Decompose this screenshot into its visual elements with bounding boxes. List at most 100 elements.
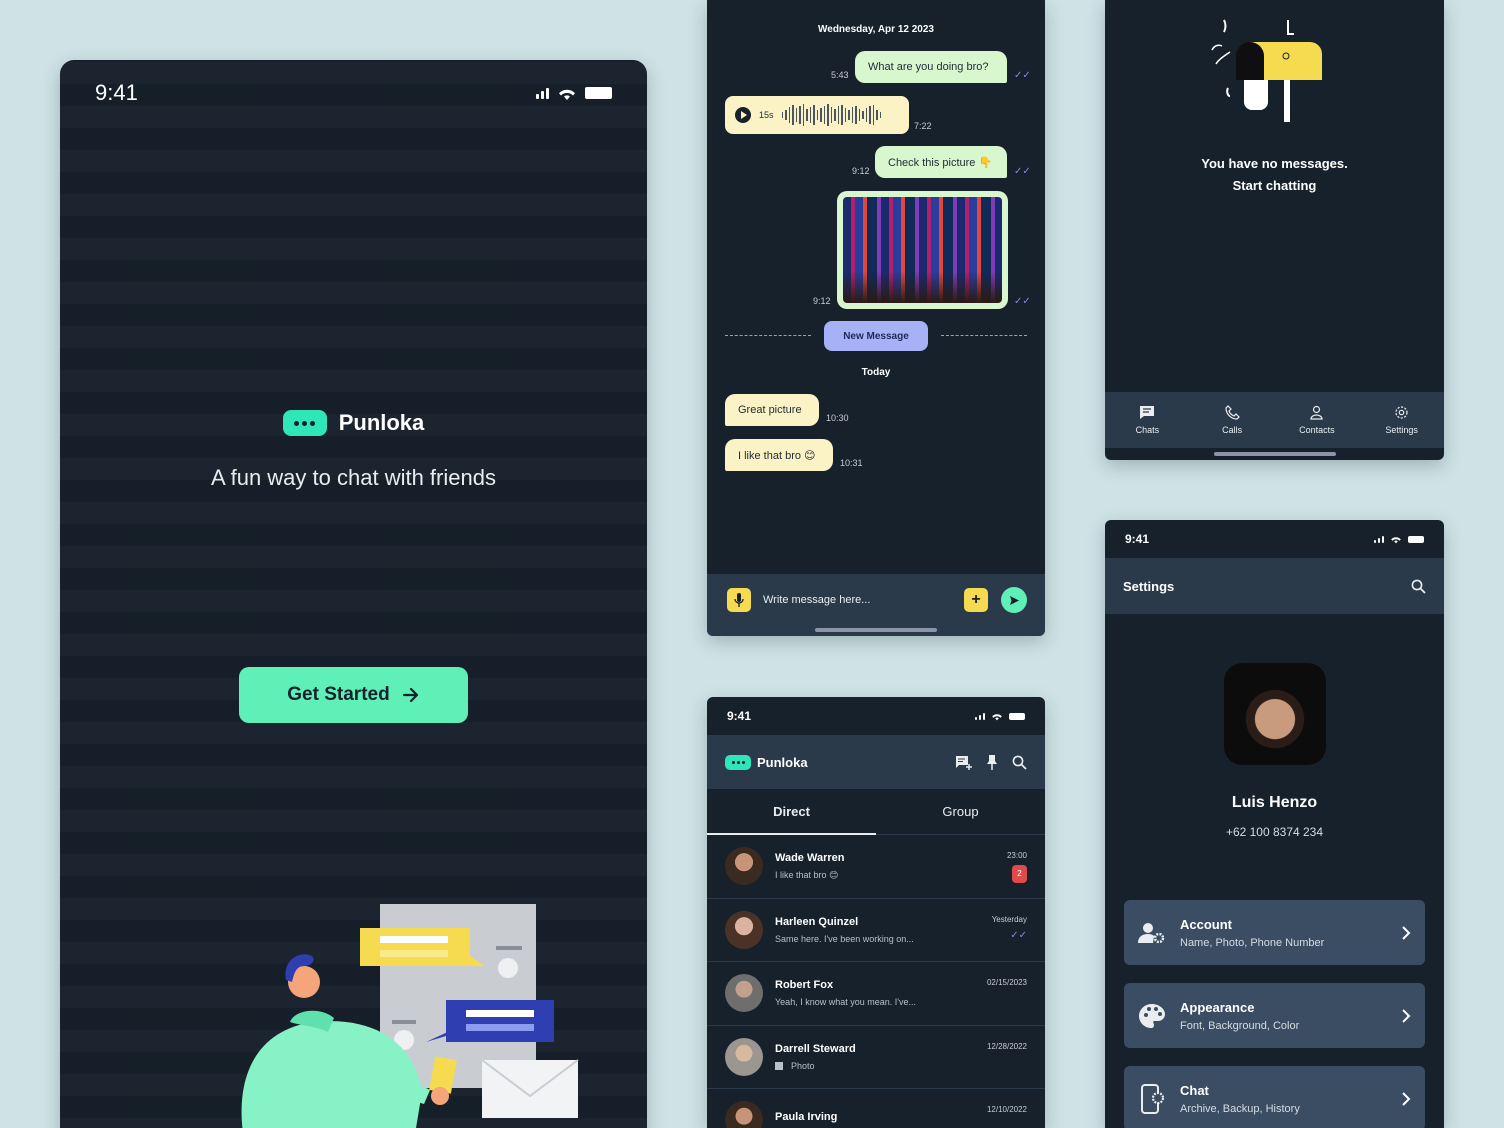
settings-item-title: Account [1180,916,1232,932]
status-bar: 9:41 [707,709,1045,723]
message-bubble-outgoing[interactable]: Check this picture 👇 [875,146,1007,178]
avatar [725,910,763,949]
today-separator: Today [861,367,891,378]
status-time: 9:41 [727,709,752,723]
contacts-icon [1310,405,1323,420]
message-preview: Photo [791,1060,815,1071]
new-chat-icon[interactable] [955,755,972,770]
phone-icon [1225,405,1240,420]
attach-button[interactable]: + [964,588,988,612]
tab-group[interactable]: Group [876,789,1045,834]
message-composer: + [707,574,1045,636]
photo-message[interactable] [837,191,1008,309]
contact-name: Wade Warren [775,851,845,864]
app-bar: Punloka [707,735,1045,789]
avatar [725,847,763,886]
profile-photo[interactable] [1224,663,1326,765]
avatar [725,974,763,1013]
status-icons [536,86,612,101]
chat-row[interactable]: Wade Warren I like that bro 😊 23:00 2 [707,835,1045,899]
message-time: 7:22 [914,121,932,131]
chat-row[interactable]: Darrell Steward Photo 12/28/2022 [707,1026,1045,1089]
voice-message[interactable]: 15s [725,96,909,134]
signal-icon [975,712,985,720]
arrow-right-icon [402,687,418,703]
photo-icon [775,1062,783,1071]
wifi-icon [559,89,575,100]
search-icon[interactable] [1411,579,1426,594]
wifi-icon [1391,536,1401,543]
settings-item-account[interactable]: Account Name, Photo, Phone Number [1124,900,1425,965]
message-bubble-outgoing[interactable]: What are you doing bro? [855,51,1007,83]
double-check-icon: ✓✓ [1010,929,1027,941]
message-preview: Yeah, I know what you mean. I've... [775,997,916,1008]
app-bar-actions [955,754,1027,770]
settings-item-subtitle: Name, Photo, Phone Number [1180,936,1325,949]
message-bubble-incoming[interactable]: Great picture [725,394,819,426]
chat-list-screen: 9:41 Punloka Direct Group Wade Warren I l… [707,697,1045,1128]
battery-icon [1009,712,1025,720]
conversation-screen: Wednesday, Apr 12 2023 5:43 What are you… [707,0,1045,636]
microphone-icon [734,593,744,607]
battery-icon [1408,535,1424,543]
app-bar: Settings [1105,558,1444,614]
status-icons [1374,535,1424,544]
pin-icon[interactable] [986,754,998,770]
empty-line-1: You have no messages. [1201,156,1348,171]
profile-name: Luis Henzo [1231,794,1318,811]
double-check-icon: ✓✓ [1014,70,1031,81]
get-started-button[interactable]: Get Started [239,667,468,723]
waveform [781,103,882,127]
settings-item-appearance[interactable]: Appearance Font, Background, Color [1124,983,1425,1048]
chat-time: 12/10/2022 [986,1105,1027,1114]
send-button[interactable] [1001,587,1027,613]
tab-direct[interactable]: Direct [707,789,876,835]
gear-icon [1395,406,1408,419]
chat-row[interactable]: Robert Fox Yeah, I know what you mean. I'… [707,962,1045,1026]
double-check-icon: ✓✓ [1014,296,1031,307]
palette-icon [1139,1003,1165,1028]
search-icon[interactable] [1012,755,1027,770]
play-icon[interactable] [735,107,751,123]
chat-row[interactable]: Paula Irving 12/10/2022 [707,1089,1045,1128]
message-input[interactable] [763,586,953,614]
microphone-button[interactable] [727,588,751,612]
mailbox-illustration [1211,19,1322,122]
chevron-right-icon [1402,925,1411,940]
message-time: 5:43 [831,70,849,80]
avatar [725,1101,763,1128]
bottom-tab-bar: Chats Calls Contacts Settings [1105,392,1444,448]
message-preview: I like that bro 😊 [775,869,839,880]
tab-settings[interactable]: Settings [1359,392,1444,448]
unread-badge: 2 [1012,865,1027,883]
wifi-icon [992,713,1002,720]
divider-line [725,335,811,336]
date-separator: Wednesday, Apr 12 2023 [818,24,934,35]
chevron-right-icon [1402,1091,1411,1106]
tab-chats[interactable]: Chats [1105,392,1190,448]
tagline: A fun way to chat with friends [211,465,496,490]
chat-tabs: Direct Group [707,789,1045,835]
profile-phone: +62 100 8374 234 [1225,825,1324,839]
tab-label: Chats [1135,425,1160,435]
chat-row[interactable]: Harleen Quinzel Same here. I've been work… [707,899,1045,962]
voice-duration: 15s [759,110,774,120]
message-bubble-incoming[interactable]: I like that bro 😊 [725,439,833,471]
tab-label: Settings [1385,425,1418,435]
get-started-label: Get Started [287,684,390,705]
settings-item-title: Chat [1180,1082,1209,1098]
status-icons [975,712,1025,721]
brand: Punloka [60,410,647,436]
message-preview: Same here. I've been working on... [775,933,914,944]
tab-label: Contacts [1299,425,1335,435]
settings-item-chat[interactable]: Chat Archive, Backup, History [1124,1066,1425,1128]
settings-item-subtitle: Archive, Backup, History [1180,1102,1300,1115]
tab-calls[interactable]: Calls [1190,392,1275,448]
tab-contacts[interactable]: Contacts [1275,392,1360,448]
tab-label: Calls [1222,425,1243,435]
empty-line-2: Start chatting [1232,178,1317,193]
new-message-button[interactable]: New Message [824,321,928,351]
app-title: Punloka [757,754,808,770]
chat-illustration [241,904,579,1128]
chat-time: 12/28/2022 [986,1041,1027,1051]
